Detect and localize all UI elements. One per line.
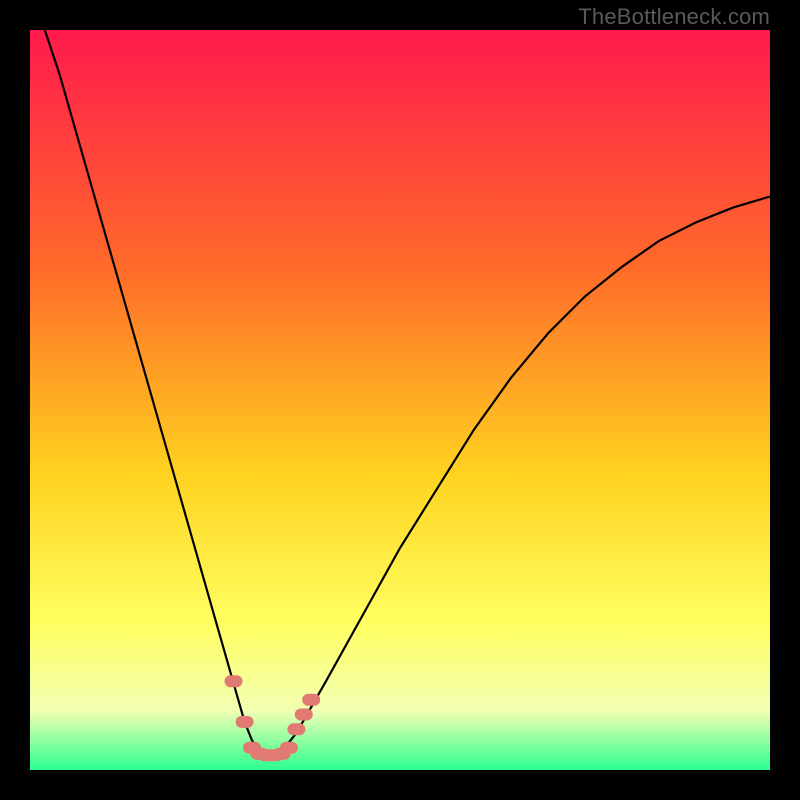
gradient-background	[30, 30, 770, 770]
curve-marker	[225, 675, 243, 687]
chart-plot	[30, 30, 770, 770]
curve-marker	[280, 742, 298, 754]
curve-marker	[287, 723, 305, 735]
watermark-text: TheBottleneck.com	[578, 4, 770, 30]
curve-marker	[236, 716, 254, 728]
chart-svg	[30, 30, 770, 770]
chart-frame: TheBottleneck.com	[0, 0, 800, 800]
curve-marker	[302, 694, 320, 706]
curve-marker	[295, 709, 313, 721]
